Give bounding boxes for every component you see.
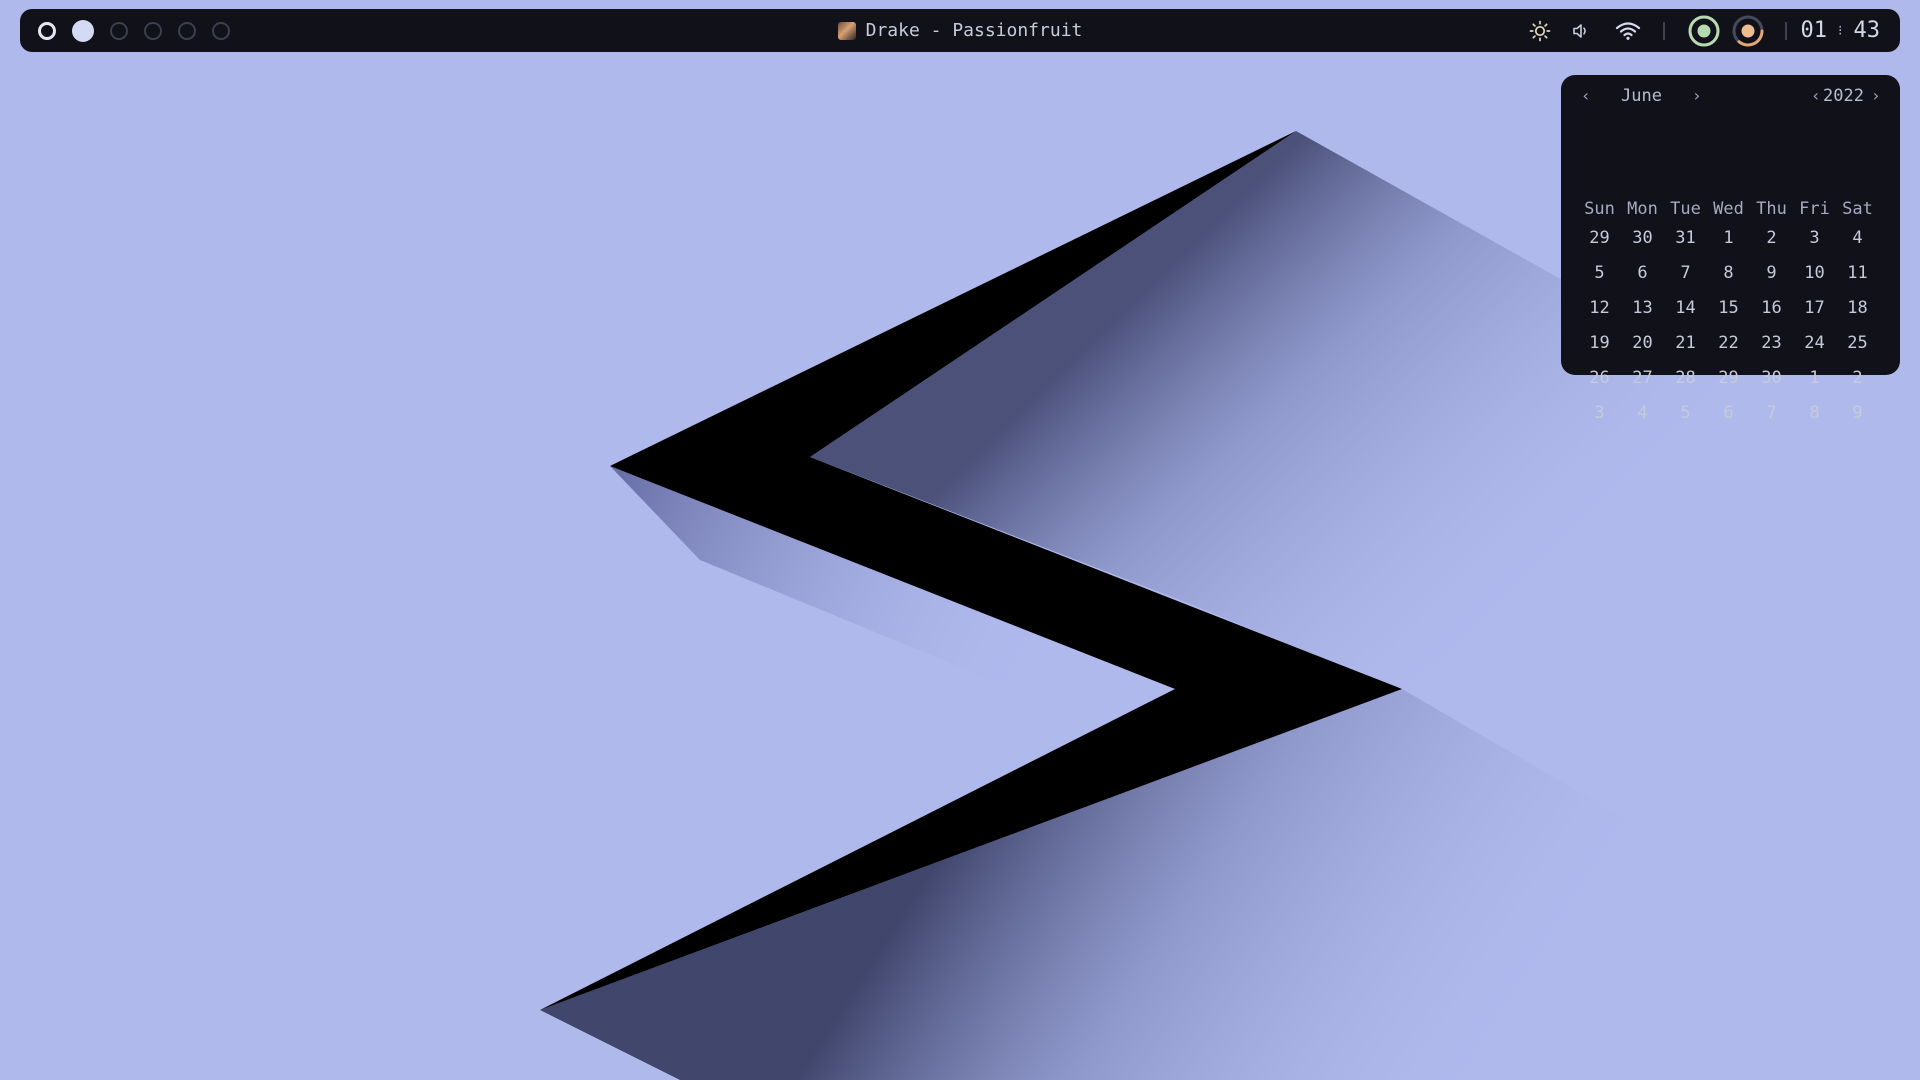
prev-year-button[interactable]: ‹ xyxy=(1811,86,1821,105)
calendar-day[interactable]: 20 xyxy=(1621,333,1664,368)
calendar-day[interactable]: 15 xyxy=(1707,298,1750,333)
volume-icon[interactable] xyxy=(1571,21,1591,41)
weekday-label: Mon xyxy=(1627,199,1658,219)
next-year-button[interactable]: › xyxy=(1871,86,1881,105)
calendar-day[interactable]: 5 xyxy=(1664,403,1707,438)
calendar-day[interactable]: 24 xyxy=(1793,333,1836,368)
weekday-label: Tue xyxy=(1670,199,1701,219)
calendar-day[interactable]: 3 xyxy=(1793,228,1836,263)
calendar-day[interactable]: 25 xyxy=(1836,333,1879,368)
ring-indicator-green-icon[interactable] xyxy=(1687,14,1721,48)
weekday-label: Sun xyxy=(1584,199,1615,219)
calendar-day[interactable]: 8 xyxy=(1707,263,1750,298)
calendar-day[interactable]: 27 xyxy=(1621,368,1664,403)
calendar-day[interactable]: 4 xyxy=(1621,403,1664,438)
calendar-day[interactable]: 7 xyxy=(1750,403,1793,438)
calendar-day[interactable]: 3 xyxy=(1578,403,1621,438)
wifi-icon[interactable] xyxy=(1615,21,1641,41)
calendar-day[interactable]: 29 xyxy=(1707,368,1750,403)
calendar-grid: 29 30 31 1 2 3 4 5 6 7 8 9 10 11 12 13 14 15 16 17 18 19 20 21 2… xyxy=(1578,228,1879,438)
calendar-day[interactable]: 16 xyxy=(1750,298,1793,333)
calendar-day[interactable]: 28 xyxy=(1664,368,1707,403)
prev-month-button[interactable]: ‹ xyxy=(1581,86,1591,105)
system-tray: 01 ⁝ 43 xyxy=(1529,9,1880,52)
calendar-day[interactable]: 2 xyxy=(1836,368,1879,403)
tray-separator xyxy=(1662,21,1665,40)
calendar-day[interactable]: 1 xyxy=(1793,368,1836,403)
calendar-day[interactable]: 9 xyxy=(1836,403,1879,438)
calendar-day[interactable]: 21 xyxy=(1664,333,1707,368)
calendar-day[interactable]: 17 xyxy=(1793,298,1836,333)
clock[interactable]: 01 ⁝ 43 xyxy=(1801,18,1880,43)
calendar-day[interactable]: 7 xyxy=(1664,263,1707,298)
clock-hours: 01 xyxy=(1800,18,1828,43)
weekday-label: Sat xyxy=(1842,199,1873,219)
weekday-label: Wed xyxy=(1713,199,1744,219)
calendar-header: ‹ June › ‹ 2022 › xyxy=(1561,75,1900,119)
calendar-day[interactable]: 10 xyxy=(1793,263,1836,298)
weekday-label: Thu xyxy=(1756,199,1787,219)
clock-separator xyxy=(1784,21,1787,40)
weekday-header: Sun Mon Tue Wed Thu Fri Sat xyxy=(1578,199,1879,219)
calendar-day[interactable]: 4 xyxy=(1836,228,1879,263)
calendar-day[interactable]: 1 xyxy=(1707,228,1750,263)
calendar-day[interactable]: 12 xyxy=(1578,298,1621,333)
calendar-day[interactable]: 31 xyxy=(1664,228,1707,263)
calendar-day[interactable]: 30 xyxy=(1750,368,1793,403)
calendar-day[interactable]: 29 xyxy=(1578,228,1621,263)
calendar-day[interactable]: 30 xyxy=(1621,228,1664,263)
calendar-day[interactable]: 11 xyxy=(1836,263,1879,298)
calendar-day[interactable]: 23 xyxy=(1750,333,1793,368)
calendar-day[interactable]: 14 xyxy=(1664,298,1707,333)
weekday-label: Fri xyxy=(1799,199,1830,219)
calendar-day[interactable]: 18 xyxy=(1836,298,1879,333)
calendar-day[interactable]: 5 xyxy=(1578,263,1621,298)
calendar-day[interactable]: 8 xyxy=(1793,403,1836,438)
brightness-icon[interactable] xyxy=(1529,20,1551,42)
calendar-day[interactable]: 9 xyxy=(1750,263,1793,298)
calendar-day[interactable]: 19 xyxy=(1578,333,1621,368)
calendar-day[interactable]: 2 xyxy=(1750,228,1793,263)
month-label: June xyxy=(1621,86,1662,106)
calendar-popup: ‹ June › ‹ 2022 › Sun Mon Tue Wed Thu Fri Sat … xyxy=(1561,75,1900,423)
calendar-day[interactable]: 26 xyxy=(1578,368,1621,403)
next-month-button[interactable]: › xyxy=(1692,86,1702,105)
ring-indicator-orange-icon[interactable] xyxy=(1731,14,1765,48)
album-art-icon xyxy=(837,21,856,40)
year-label: 2022 xyxy=(1823,86,1864,106)
calendar-day[interactable]: 6 xyxy=(1707,403,1750,438)
clock-colon: ⁝ xyxy=(1838,22,1843,39)
calendar-day[interactable]: 22 xyxy=(1707,333,1750,368)
calendar-day[interactable]: 6 xyxy=(1621,263,1664,298)
now-playing-label: Drake - Passionfruit xyxy=(865,20,1083,41)
top-bar: Drake - Passionfruit 01 ⁝ 43 xyxy=(20,9,1900,52)
clock-minutes: 43 xyxy=(1853,18,1881,43)
calendar-day[interactable]: 13 xyxy=(1621,298,1664,333)
